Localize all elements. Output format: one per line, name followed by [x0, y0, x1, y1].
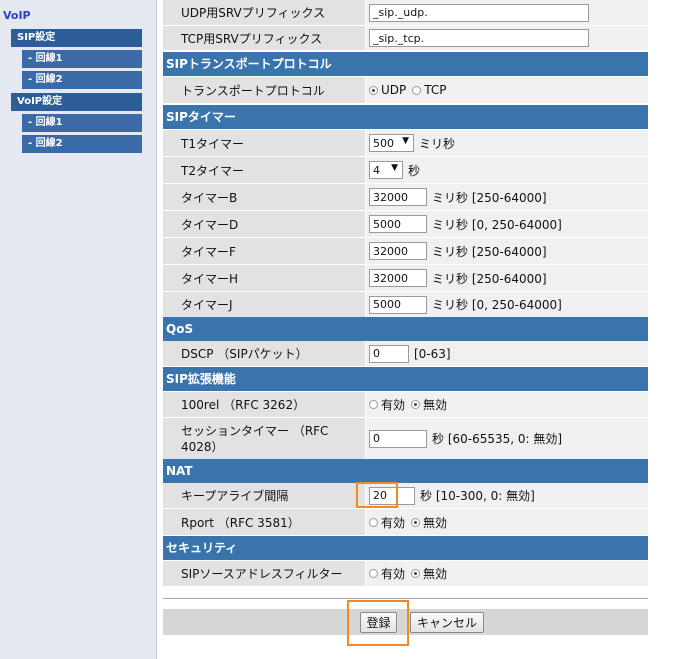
t2-row: T2タイマー 4 ▼ 秒 [163, 157, 648, 183]
timer-b-unit: ミリ秒 [250-64000] [432, 190, 547, 205]
dscp-label: DSCP （SIPパケット） [163, 341, 365, 366]
section-qos: QoS [163, 317, 648, 341]
source-filter-enable-radio[interactable] [369, 569, 378, 578]
keepalive-row: キープアライブ間隔 秒 [10-300, 0: 無効] [163, 483, 648, 508]
section-sip-timer: SIPタイマー [163, 105, 648, 129]
dscp-unit: [0-63] [414, 346, 451, 361]
dscp-row: DSCP （SIPパケット） [0-63] [163, 341, 648, 366]
100rel-row: 100rel （RFC 3262） 有効 無効 [163, 392, 648, 417]
cancel-button[interactable]: キャンセル [410, 612, 484, 633]
session-timer-row: セッションタイマー （RFC 4028） 秒 [60-65535, 0: 無効] [163, 418, 648, 459]
t2-select[interactable]: 4 ▼ [369, 161, 403, 179]
source-filter-enable-label: 有効 [381, 567, 406, 581]
section-security: セキュリティ [163, 536, 648, 560]
timer-h-row: タイマーH ミリ秒 [250-64000] [163, 265, 648, 291]
timer-b-input[interactable] [369, 188, 427, 206]
timer-j-input[interactable] [369, 295, 427, 314]
session-timer-label: セッションタイマー （RFC 4028） [163, 418, 365, 459]
transport-udp-label: UDP [381, 83, 407, 97]
timer-f-input[interactable] [369, 242, 427, 260]
dscp-input[interactable] [369, 344, 409, 363]
footer-divider [163, 598, 648, 599]
timer-b-label: タイマーB [163, 184, 365, 210]
timer-f-label: タイマーF [163, 238, 365, 264]
t1-select[interactable]: 500 ▼ [369, 134, 414, 152]
source-filter-label: SIPソースアドレスフィルター [163, 561, 365, 586]
sidebar-item-sip-line1[interactable]: - 回線1 [22, 50, 142, 68]
sidebar-item-sip-settings[interactable]: SIP設定 [11, 29, 142, 47]
transport-tcp-label: TCP [424, 83, 447, 97]
100rel-enable-radio[interactable] [369, 400, 378, 409]
timer-h-unit: ミリ秒 [250-64000] [432, 271, 547, 286]
udp-srv-label: UDP用SRVプリフィックス [163, 0, 365, 25]
sidebar-title: VoIP [3, 9, 31, 22]
timer-d-row: タイマーD ミリ秒 [0, 250-64000] [163, 211, 648, 237]
sidebar-item-voip-line1[interactable]: - 回線1 [22, 114, 142, 132]
sidebar-item-voip-settings[interactable]: VoIP設定 [11, 93, 142, 111]
timer-d-label: タイマーD [163, 211, 365, 237]
timer-f-unit: ミリ秒 [250-64000] [432, 244, 547, 259]
submit-highlight [347, 600, 409, 646]
tcp-srv-label: TCP用SRVプリフィックス [163, 26, 365, 50]
timer-d-unit: ミリ秒 [0, 250-64000] [432, 217, 562, 232]
rport-enable-label: 有効 [381, 515, 406, 530]
timer-j-unit: ミリ秒 [0, 250-64000] [432, 298, 562, 312]
source-filter-disable-radio[interactable] [411, 569, 421, 578]
chevron-down-icon: ▼ [402, 136, 409, 146]
keepalive-unit: 秒 [10-300, 0: 無効] [420, 489, 535, 503]
transport-label: トランスポートプロトコル [163, 77, 365, 103]
keepalive-label: キープアライブ間隔 [163, 483, 365, 508]
tcp-srv-input[interactable] [369, 29, 589, 47]
transport-tcp-radio[interactable] [412, 85, 422, 95]
timer-d-input[interactable] [369, 215, 427, 233]
100rel-enable-label: 有効 [381, 398, 406, 412]
rport-row: Rport （RFC 3581） 有効 無効 [163, 509, 648, 535]
timer-j-row: タイマーJ ミリ秒 [0, 250-64000] [163, 292, 648, 317]
t1-select-value: 500 [373, 136, 394, 150]
sidebar: VoIP SIP設定 - 回線1 - 回線2 VoIP設定 - 回線1 - 回線… [0, 0, 157, 659]
timer-j-label: タイマーJ [163, 292, 365, 317]
sidebar-item-voip-line2[interactable]: - 回線2 [22, 135, 142, 153]
udp-srv-row: UDP用SRVプリフィックス [163, 0, 648, 25]
rport-label: Rport （RFC 3581） [163, 509, 365, 535]
t2-label: T2タイマー [163, 157, 365, 183]
t1-label: T1タイマー [163, 130, 365, 156]
timer-b-row: タイマーB ミリ秒 [250-64000] [163, 184, 648, 210]
section-sip-extension: SIP拡張機能 [163, 367, 648, 391]
chevron-down-icon: ▼ [391, 163, 398, 173]
keepalive-highlight [356, 482, 398, 508]
timer-h-label: タイマーH [163, 265, 365, 291]
rport-disable-radio[interactable] [411, 517, 421, 527]
source-filter-disable-label: 無効 [423, 567, 448, 581]
source-filter-row: SIPソースアドレスフィルター 有効 無効 [163, 561, 648, 586]
rport-disable-label: 無効 [423, 515, 448, 530]
transport-row: トランスポートプロトコル UDP TCP [163, 77, 648, 103]
timer-h-input[interactable] [369, 269, 427, 287]
udp-srv-input[interactable] [369, 3, 589, 22]
t2-unit: 秒 [408, 163, 421, 178]
session-timer-input[interactable] [369, 429, 427, 448]
100rel-label: 100rel （RFC 3262） [163, 392, 365, 417]
section-sip-transport: SIPトランスポートプロトコル [163, 52, 648, 76]
100rel-disable-label: 無効 [423, 398, 448, 412]
100rel-disable-radio[interactable] [411, 400, 421, 409]
timer-f-row: タイマーF ミリ秒 [250-64000] [163, 238, 648, 264]
section-nat: NAT [163, 459, 648, 483]
session-timer-unit: 秒 [60-65535, 0: 無効] [432, 432, 563, 446]
t1-row: T1タイマー 500 ▼ ミリ秒 [163, 130, 648, 156]
sidebar-item-sip-line2[interactable]: - 回線2 [22, 71, 142, 89]
transport-udp-radio[interactable] [369, 85, 378, 95]
t1-unit: ミリ秒 [419, 136, 456, 151]
t2-select-value: 4 [373, 163, 380, 177]
rport-enable-radio[interactable] [369, 517, 378, 527]
tcp-srv-row: TCP用SRVプリフィックス [163, 26, 648, 50]
